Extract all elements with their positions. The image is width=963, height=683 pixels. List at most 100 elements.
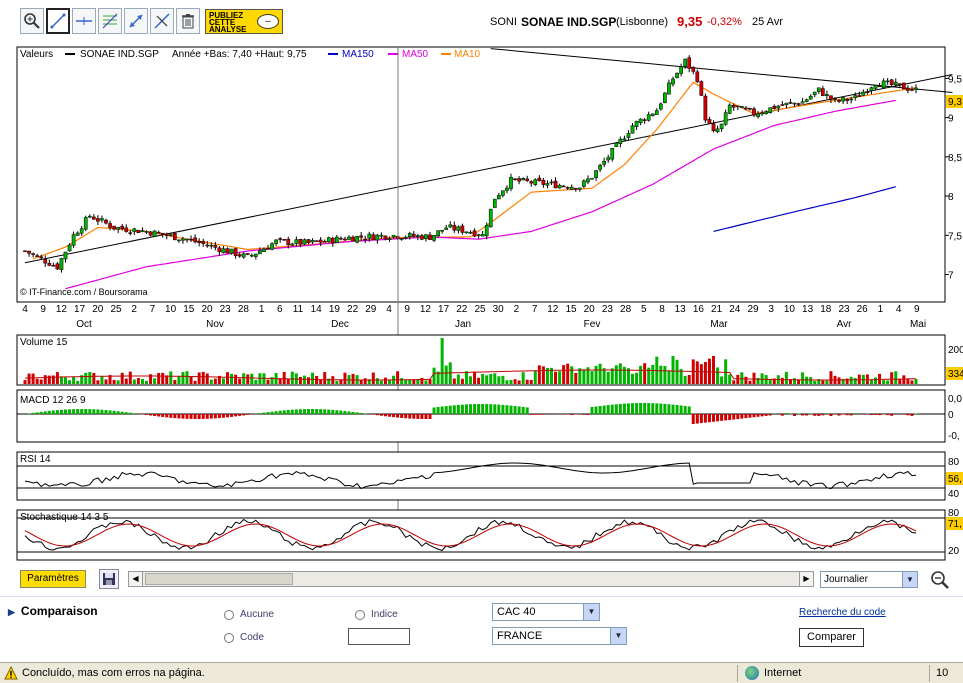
candle-body	[399, 238, 404, 240]
horizontal-line-tool-button[interactable]	[72, 8, 96, 34]
search-code-link[interactable]: Recherche du code	[799, 607, 886, 618]
index-select[interactable]: CAC 40 ▼	[492, 603, 600, 621]
volume-bar	[412, 379, 416, 384]
volume-bar	[614, 365, 618, 384]
candle-body	[217, 247, 222, 253]
volume-bar	[153, 378, 157, 384]
chart-scrollbar[interactable]: ◀ ▶	[128, 571, 814, 587]
save-button[interactable]	[99, 569, 119, 589]
candle-body	[606, 157, 611, 161]
date-axis-month-label: Dec	[331, 319, 349, 330]
volume-bar	[582, 369, 586, 384]
macd-bar	[246, 414, 250, 415]
publish-analysis-button[interactable]: PUBLIEZ CETTE ANALYSE ...	[205, 9, 283, 34]
volume-bar	[849, 376, 853, 384]
date-axis-day-label: 12	[56, 304, 68, 315]
country-select[interactable]: FRANCE ▼	[492, 627, 627, 645]
candle-body	[148, 231, 153, 236]
macd-bar	[124, 412, 128, 414]
date-axis-month-label: Mar	[710, 319, 728, 330]
macd-bar	[752, 414, 756, 418]
delete-tool-button[interactable]	[176, 8, 200, 34]
volume-bar	[513, 379, 517, 384]
macd-tick-top: 0,0	[948, 394, 962, 405]
volume-bar	[505, 380, 509, 384]
compare-button[interactable]: Comparer	[799, 628, 864, 647]
candle-body	[521, 178, 525, 181]
date-axis-day-label: 3	[768, 304, 774, 315]
candle-body	[796, 103, 801, 105]
chevron-down-icon: ▼	[902, 572, 917, 587]
candle-body	[889, 79, 894, 85]
zoom-out-button[interactable]	[929, 569, 951, 591]
code-input[interactable]	[348, 628, 410, 645]
macd-bar	[197, 414, 201, 419]
candle-body	[330, 237, 335, 244]
candle-body	[424, 234, 428, 239]
candle-body	[173, 233, 177, 241]
macd-bar	[464, 404, 468, 414]
radio-code[interactable]: Code	[224, 632, 264, 643]
radio-indice[interactable]: Indice	[355, 609, 398, 620]
candle-body	[128, 232, 133, 234]
scroll-thumb[interactable]	[145, 573, 293, 585]
erase-line-tool-button[interactable]	[150, 8, 174, 34]
candle-body	[711, 123, 716, 132]
move-tool-button[interactable]	[124, 8, 148, 34]
rsi-tick-40: 40	[948, 489, 960, 500]
candle-body	[679, 66, 683, 74]
candle-body	[460, 225, 465, 233]
price-axis-tick-label: 7	[948, 271, 954, 282]
macd-bar	[598, 406, 602, 414]
volume-bar	[821, 380, 825, 384]
radio-aucune[interactable]: Aucune	[224, 609, 274, 620]
draw-line-tool-button[interactable]	[46, 8, 70, 34]
radio-aucune-dot[interactable]	[224, 609, 234, 620]
macd-bar	[845, 414, 849, 416]
candle-body	[602, 160, 606, 165]
scroll-left-arrow-icon[interactable]: ◀	[129, 572, 143, 586]
volume-bar	[667, 370, 671, 384]
stock-chart[interactable]: Valeurs SONAE IND.SGP Année +Bas: 7,40 +…	[0, 40, 963, 566]
volume-bar	[801, 372, 805, 384]
macd-bar	[720, 414, 724, 421]
macd-bar	[788, 413, 792, 414]
quote-date: 25 Avr	[752, 16, 783, 28]
candle-body	[800, 101, 805, 104]
date-axis-day-label: 10	[165, 304, 177, 315]
macd-bar	[570, 414, 574, 415]
volume-bar	[574, 372, 578, 384]
macd-bar	[602, 405, 606, 414]
date-axis-day-label: 25	[110, 304, 122, 315]
candle-body	[468, 231, 473, 234]
macd-bar	[493, 404, 497, 414]
fibonacci-tool-button[interactable]	[98, 8, 122, 34]
candle-body	[626, 133, 631, 138]
radio-code-dot[interactable]	[224, 632, 234, 643]
period-select[interactable]: Journalier ▼	[820, 571, 918, 588]
macd-bar	[351, 411, 355, 414]
volume-bar	[23, 380, 27, 384]
candle-body	[262, 248, 266, 252]
volume-bar	[424, 380, 428, 384]
radio-indice-dot[interactable]	[355, 609, 365, 620]
volume-bar	[732, 380, 736, 384]
parameters-button[interactable]: Paramètres	[20, 570, 86, 588]
legend-range: Année +Bas: 7,40 +Haut: 9,75	[172, 49, 307, 60]
volume-bar	[793, 378, 796, 384]
stoch-tick-20: 20	[948, 546, 960, 557]
candle-body	[610, 147, 615, 160]
scroll-right-arrow-icon[interactable]: ▶	[799, 572, 813, 586]
zoom-in-tool-button[interactable]	[20, 8, 44, 34]
date-axis-day-label: 7	[150, 304, 156, 315]
macd-bar	[319, 409, 323, 414]
candle-body	[578, 187, 582, 190]
macd-bar	[428, 414, 432, 419]
volume-bar	[610, 368, 614, 384]
volume-bar	[558, 371, 562, 384]
macd-bar	[667, 404, 671, 414]
volume-bar	[100, 376, 104, 384]
volume-bar	[311, 372, 315, 384]
volume-bar	[707, 358, 711, 384]
candle-body	[476, 234, 481, 237]
